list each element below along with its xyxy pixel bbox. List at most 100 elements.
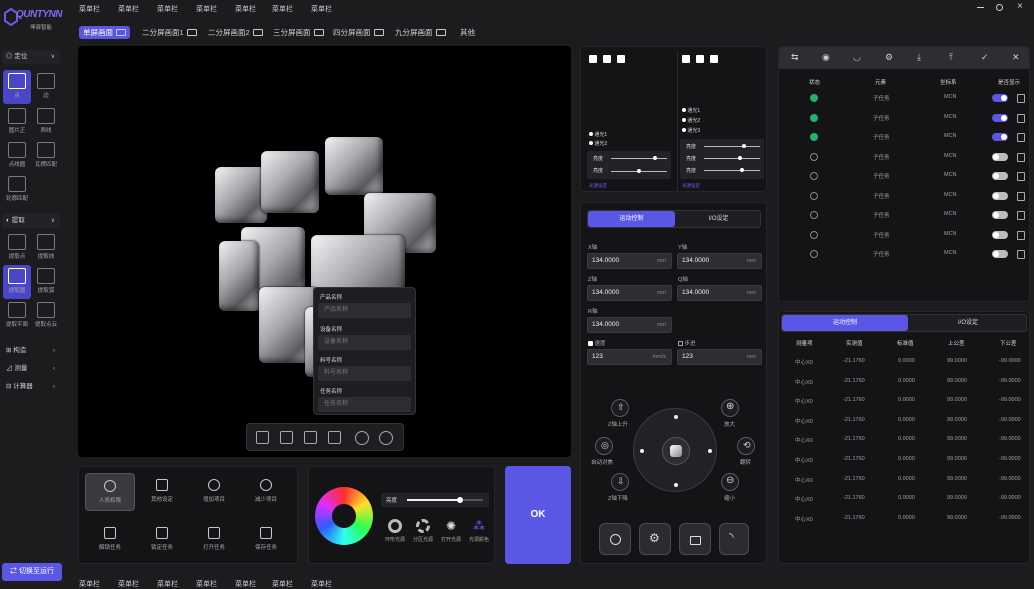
menu-item[interactable]: 菜单栏 xyxy=(157,579,178,589)
light-mode-on[interactable]: ✺ 打开光源 xyxy=(439,519,463,543)
visibility-toggle[interactable] xyxy=(992,133,1008,141)
slider-knob[interactable] xyxy=(740,168,744,172)
slider-track[interactable] xyxy=(611,158,667,159)
product-input[interactable]: 产品名称 xyxy=(318,303,411,318)
view-front-icon[interactable] xyxy=(256,431,269,444)
edit-icon[interactable] xyxy=(1017,250,1025,259)
menu-item[interactable]: 菜单栏 xyxy=(196,4,217,14)
x-axis-input[interactable]: 134.0000 mm xyxy=(587,253,672,269)
table-row[interactable]: 中心X0 -21.1760 0.0000 99.0000 -99.0000 xyxy=(780,470,1030,489)
menu-item[interactable]: 菜单栏 xyxy=(311,579,332,589)
edit-icon[interactable] xyxy=(1017,94,1025,103)
menu-item[interactable]: 菜单栏 xyxy=(79,4,100,14)
upload-icon[interactable]: ⤒ xyxy=(949,52,953,63)
tool-two-lines[interactable]: 两线 xyxy=(32,108,60,134)
sync-icon[interactable]: ⇆ xyxy=(791,52,799,63)
menu-item[interactable]: 菜单栏 xyxy=(79,579,100,589)
lock-button[interactable] xyxy=(679,523,711,555)
table-row[interactable]: 子任务 MCN xyxy=(780,88,1030,107)
table-row[interactable]: 子任务 MCN xyxy=(780,205,1030,224)
link-icon[interactable] xyxy=(617,55,625,63)
tab-io-settings[interactable]: I/O设定 xyxy=(908,315,1028,331)
menu-item[interactable]: 菜单栏 xyxy=(272,579,293,589)
step-checkbox[interactable]: 步进 xyxy=(678,339,696,347)
table-row[interactable]: 子任务 MCN xyxy=(780,108,1030,127)
visibility-toggle[interactable] xyxy=(992,113,1008,122)
section-calculator[interactable]: ⊟ 计算器 ‹ xyxy=(2,380,60,394)
z-down-button[interactable]: ⇩ xyxy=(611,473,629,491)
visibility-toggle[interactable] xyxy=(992,172,1008,180)
view-top-icon[interactable] xyxy=(304,431,317,444)
tool-extract-circle[interactable]: 提取圆 xyxy=(3,265,31,299)
channel-2[interactable]: 通光2 xyxy=(682,117,700,124)
tab-split9[interactable]: 九分屏画面 xyxy=(392,26,449,39)
device-input[interactable]: 设备名称 xyxy=(318,335,411,350)
tool-extract-pointcloud[interactable]: 提取点云 xyxy=(32,302,60,328)
tab-single-screen[interactable]: 单屏画面 xyxy=(79,26,130,39)
color-wheel[interactable] xyxy=(315,487,373,545)
tool-extract-line[interactable]: 提取线 xyxy=(32,234,60,260)
menu-item[interactable]: 菜单栏 xyxy=(157,4,178,14)
add-item-button[interactable]: 增加项目 xyxy=(189,473,239,511)
r-axis-input[interactable]: 134.0000 mm xyxy=(587,317,672,333)
tool-contour-match[interactable]: 轮廓匹配 xyxy=(3,176,31,202)
user-permission-button[interactable]: 人员权限 xyxy=(85,473,135,511)
slider-knob[interactable] xyxy=(637,169,641,173)
visibility-toggle[interactable] xyxy=(992,152,1008,161)
channel-3[interactable]: 通光3 xyxy=(682,127,700,134)
close-icon[interactable]: ✕ xyxy=(1012,52,1020,63)
brightness-knob[interactable] xyxy=(457,497,464,503)
z-up-button[interactable]: ⇧ xyxy=(611,399,629,417)
table-row[interactable]: 中心X0 -21.1760 0.0000 99.0000 -99.0000 xyxy=(780,509,1030,528)
z-axis-input[interactable]: 134.0000 mm xyxy=(587,285,672,301)
table-row[interactable]: 子任务 MCN xyxy=(780,225,1030,244)
slider-track[interactable] xyxy=(704,146,760,147)
table-row[interactable]: 中心X0 -21.1760 0.0000 99.0000 -99.0000 xyxy=(780,411,1030,430)
visibility-toggle[interactable] xyxy=(992,191,1008,200)
edit-icon[interactable] xyxy=(1017,152,1025,162)
viewport[interactable]: 产品名称 产品名称 设备名称 设备名称 料号名称 料号名称 任务名称 任务名称 xyxy=(78,46,571,457)
task-input[interactable]: 任务名称 xyxy=(318,397,411,412)
section-measure[interactable]: ⊿ 测量 ‹ xyxy=(2,362,60,376)
eye-closed-icon[interactable]: ◡ xyxy=(853,52,861,63)
edit-icon[interactable] xyxy=(1017,172,1025,181)
tab-io-settings[interactable]: I/O设定 xyxy=(675,211,762,227)
gear-icon[interactable]: ⚙ xyxy=(885,52,893,63)
switch-run-button[interactable]: ⇄ 切换至运行 xyxy=(2,563,62,581)
tool-extract-plane[interactable]: 提取平面 xyxy=(3,302,31,328)
zoom-in-button[interactable]: ⊕ xyxy=(721,399,739,417)
jog-left[interactable] xyxy=(640,449,644,453)
view-iso-icon[interactable] xyxy=(328,431,341,444)
table-row[interactable]: 中心X0 -21.1760 0.0000 99.0000 -99.0000 xyxy=(780,430,1030,449)
tool-point[interactable]: 点 xyxy=(3,70,31,104)
play-icon[interactable] xyxy=(603,55,611,63)
visibility-toggle[interactable] xyxy=(992,94,1008,102)
edit-icon[interactable] xyxy=(1017,113,1025,123)
view-reset-icon[interactable] xyxy=(379,431,393,445)
tab-split2-b[interactable]: 二分屏画面2 xyxy=(205,26,266,39)
tab-motion-control[interactable]: 运动控制 xyxy=(588,211,675,227)
speed-checkbox[interactable]: 速度 xyxy=(588,339,606,347)
light-mode-ring[interactable]: 环形光源 xyxy=(383,519,407,543)
settings-button[interactable]: ⚙ xyxy=(639,523,671,555)
visibility-toggle[interactable] xyxy=(992,211,1008,219)
tab-other[interactable]: 其他 xyxy=(457,26,478,39)
tab-split3[interactable]: 三分屏画面 xyxy=(270,26,327,39)
slider-track[interactable] xyxy=(704,170,760,171)
download-icon[interactable]: ⤓ xyxy=(917,52,921,63)
tab-motion-control[interactable]: 运动控制 xyxy=(782,315,908,331)
edit-icon[interactable] xyxy=(1017,230,1025,240)
eye-icon[interactable]: ◉ xyxy=(822,52,830,63)
other-settings-button[interactable]: 其他设定 xyxy=(137,473,187,511)
tool-extract-arc[interactable]: 提取弧 xyxy=(32,268,60,294)
menu-item[interactable]: 菜单栏 xyxy=(118,4,139,14)
slider-knob[interactable] xyxy=(738,156,742,160)
section-locate[interactable]: ◎ 定位 ∨ xyxy=(2,50,60,64)
visibility-toggle[interactable] xyxy=(992,250,1008,258)
table-row[interactable]: 子任务 MCN xyxy=(780,186,1030,205)
check-icon[interactable]: ✓ xyxy=(981,52,989,63)
speed-input[interactable]: 123 mm/s xyxy=(587,349,672,365)
play-icon[interactable] xyxy=(696,55,704,63)
table-row[interactable]: 中心X0 -21.1760 0.0000 99.0000 -99.0000 xyxy=(780,450,1030,469)
circle-button[interactable] xyxy=(599,523,631,555)
